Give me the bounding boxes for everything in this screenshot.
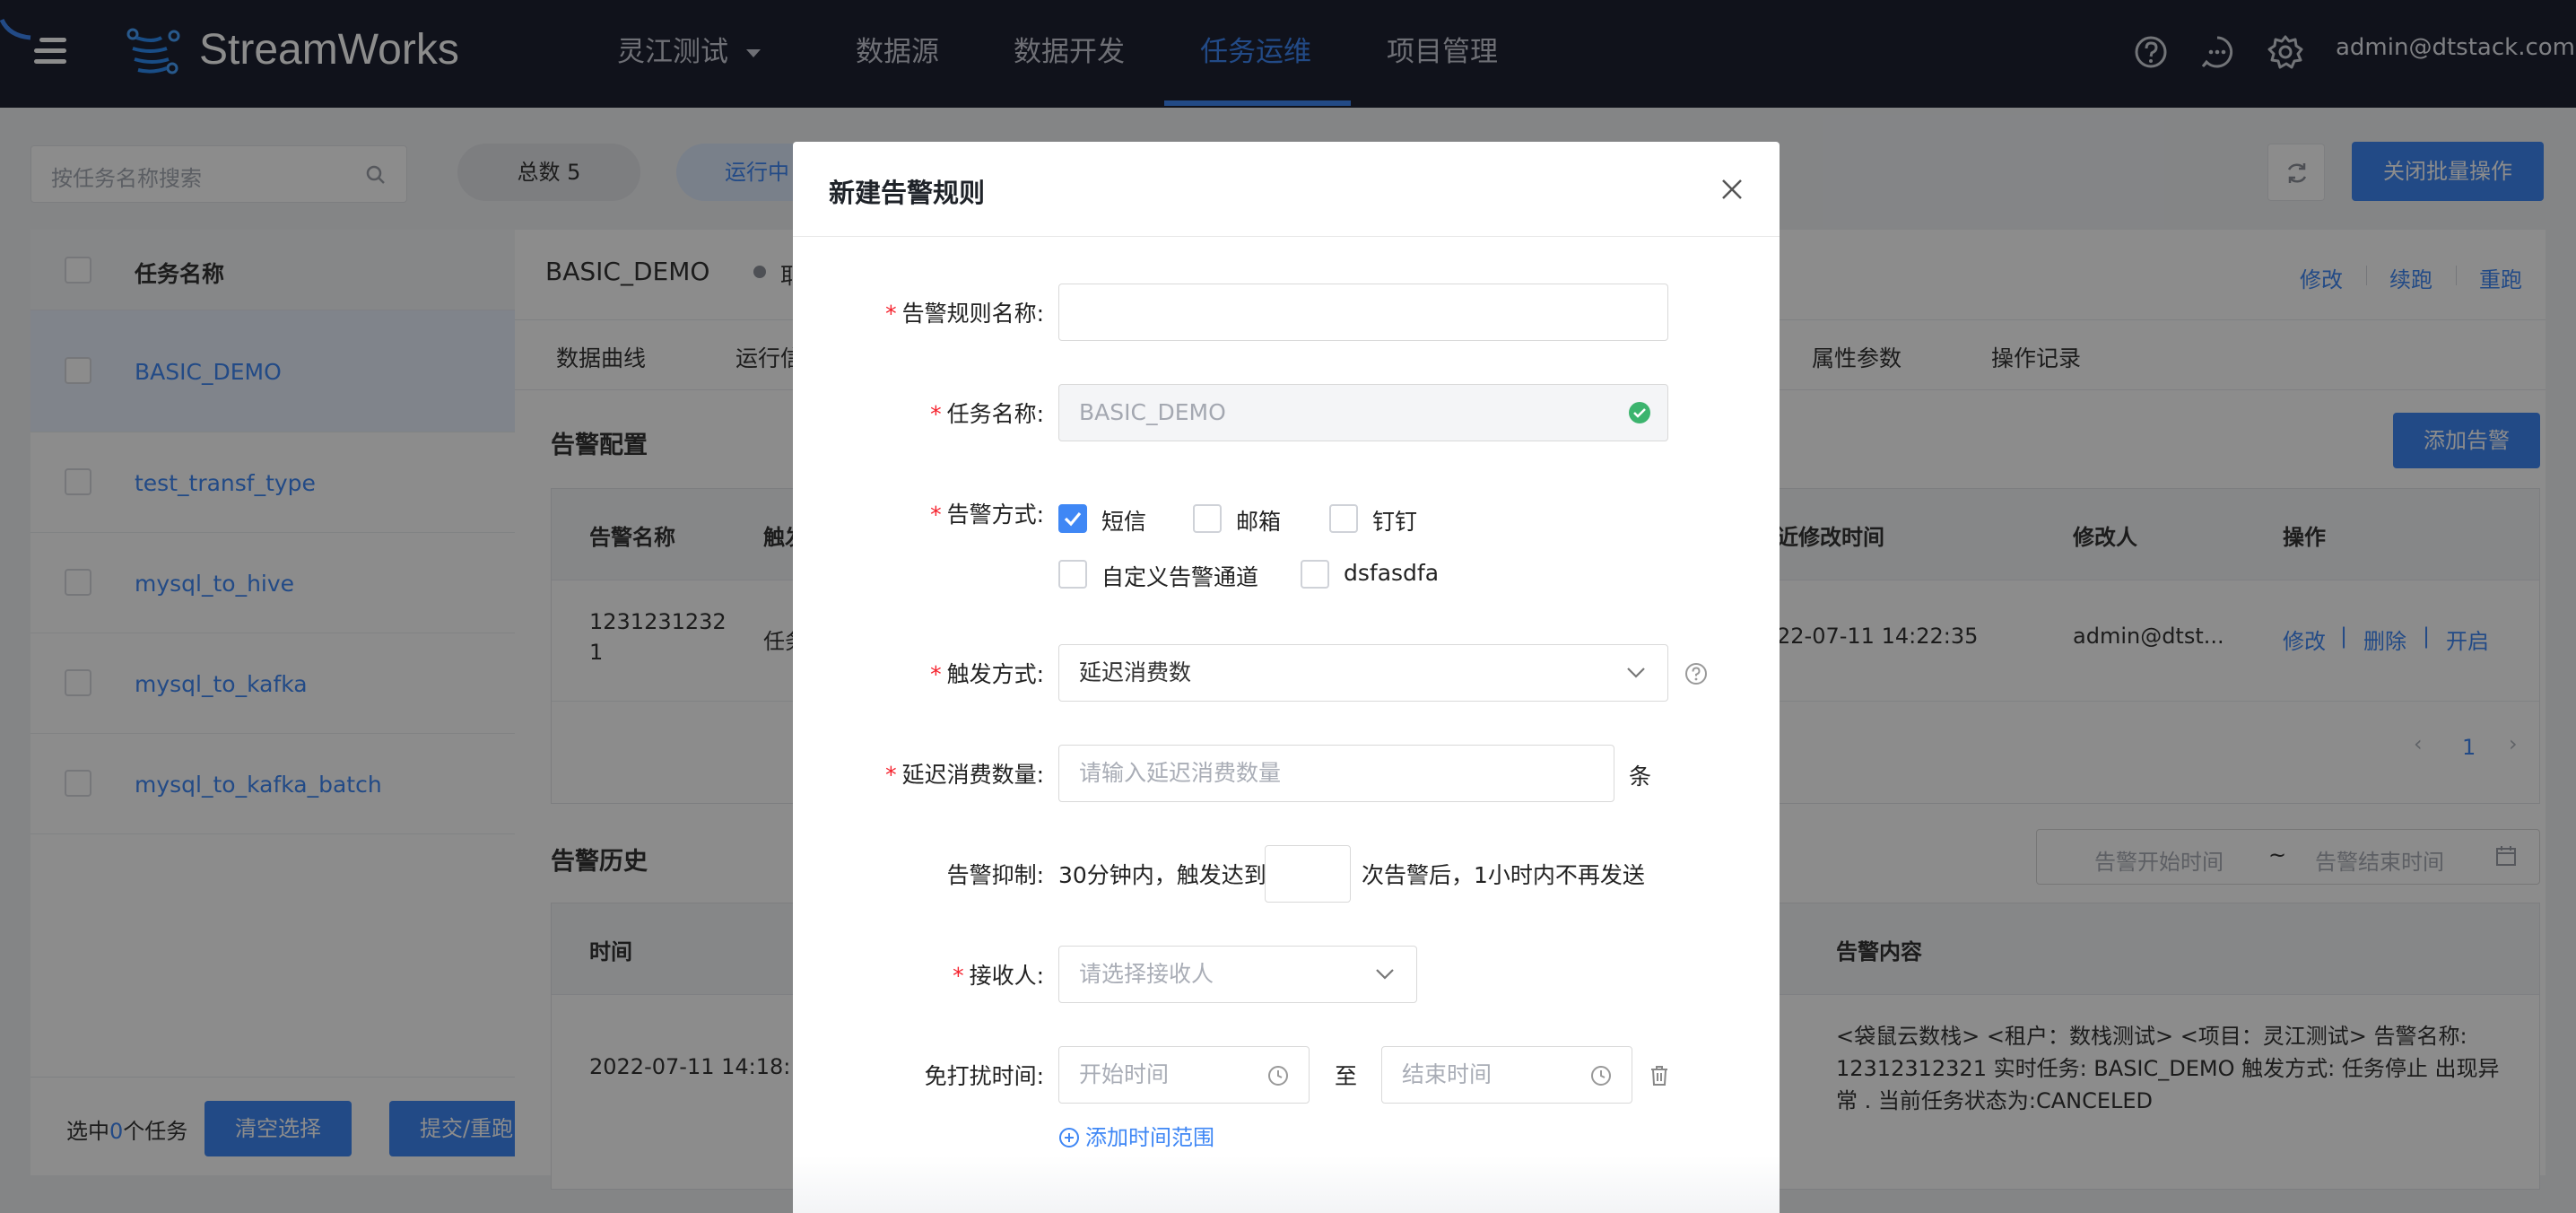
clock-icon	[1268, 1066, 1288, 1086]
trigger-label: * 触发方式:	[930, 661, 1044, 687]
dnd-end-placeholder: 结束时间	[1402, 1061, 1493, 1087]
receiver-label-text: 接收人:	[969, 963, 1044, 989]
method-custom-channel-label[interactable]: 自定义告警通道	[1101, 560, 1258, 592]
delay-unit: 条	[1629, 764, 1652, 790]
add-time-range-text: 添加时间范围	[1085, 1125, 1214, 1150]
suppress-suffix: 次告警后，1小时内不再发送	[1362, 862, 1645, 888]
checkmark-icon	[1064, 511, 1082, 527]
alarm-method-label-text: 告警方式:	[946, 502, 1044, 528]
method-custom-channel-checkbox[interactable]	[1058, 560, 1087, 589]
dnd-time-label: 免打扰时间:	[924, 1063, 1044, 1089]
task-name-label-text: 任务名称:	[946, 401, 1044, 427]
task-name-value: BASIC_DEMO	[1079, 399, 1226, 425]
rule-name-label-text: 告警规则名称:	[901, 301, 1044, 327]
suppress-label: 告警抑制:	[946, 862, 1044, 888]
delay-count-label-text: 延迟消费数量:	[901, 762, 1044, 788]
check-circle-icon	[1629, 402, 1650, 423]
method-dingtalk-label[interactable]: 钉钉	[1372, 504, 1417, 537]
rule-name-input[interactable]	[1058, 284, 1668, 341]
method-sms-label[interactable]: 短信	[1101, 504, 1146, 537]
delay-count-input[interactable]: 请输入延迟消费数量	[1058, 745, 1614, 802]
dnd-start-placeholder: 开始时间	[1079, 1061, 1170, 1087]
close-icon[interactable]	[1719, 176, 1745, 203]
dnd-start-time-input[interactable]: 开始时间	[1058, 1046, 1310, 1104]
suppress-prefix: 30分钟内，触发达到	[1058, 862, 1266, 888]
task-name-label: * 任务名称:	[930, 401, 1044, 427]
delete-icon[interactable]	[1649, 1064, 1670, 1087]
trigger-label-text: 触发方式:	[946, 661, 1044, 687]
dialog-header: 新建告警规则	[793, 142, 1780, 237]
clock-icon	[1591, 1066, 1611, 1086]
method-dsfasdfa-label[interactable]: dsfasdfa	[1344, 560, 1439, 586]
rule-name-label: * 告警规则名称:	[885, 301, 1044, 327]
dialog-title: 新建告警规则	[829, 178, 986, 208]
plus-circle-icon	[1059, 1128, 1079, 1148]
help-icon[interactable]	[1684, 662, 1708, 685]
method-email-checkbox[interactable]	[1193, 504, 1222, 533]
receiver-select[interactable]: 请选择接收人	[1058, 946, 1417, 1003]
trigger-select[interactable]: 延迟消费数	[1058, 644, 1668, 702]
add-time-range-link[interactable]: 添加时间范围	[1058, 1120, 1214, 1151]
alarm-method-label: * 告警方式:	[930, 502, 1044, 528]
suppress-count-input[interactable]	[1265, 845, 1351, 903]
method-dingtalk-checkbox[interactable]	[1329, 504, 1358, 533]
dnd-to-label: 至	[1335, 1063, 1358, 1089]
task-name-input: BASIC_DEMO	[1058, 384, 1668, 441]
delay-count-label: * 延迟消费数量:	[885, 762, 1044, 788]
chevron-down-icon	[1627, 668, 1645, 678]
method-sms-checkbox[interactable]	[1058, 504, 1087, 533]
create-alarm-rule-dialog: 新建告警规则 * 告警规则名称: * 任务名称: BASIC_DEMO * 告警方式:…	[793, 142, 1780, 1213]
trigger-value: 延迟消费数	[1079, 659, 1192, 685]
dialog-scroll-fade	[793, 1156, 1780, 1213]
method-email-label[interactable]: 邮箱	[1236, 504, 1281, 537]
receiver-label: * 接收人:	[953, 963, 1044, 989]
receiver-placeholder: 请选择接收人	[1079, 961, 1214, 987]
chevron-down-icon	[1376, 969, 1394, 980]
dnd-end-time-input[interactable]: 结束时间	[1381, 1046, 1632, 1104]
method-dsfasdfa-checkbox[interactable]	[1301, 560, 1329, 589]
